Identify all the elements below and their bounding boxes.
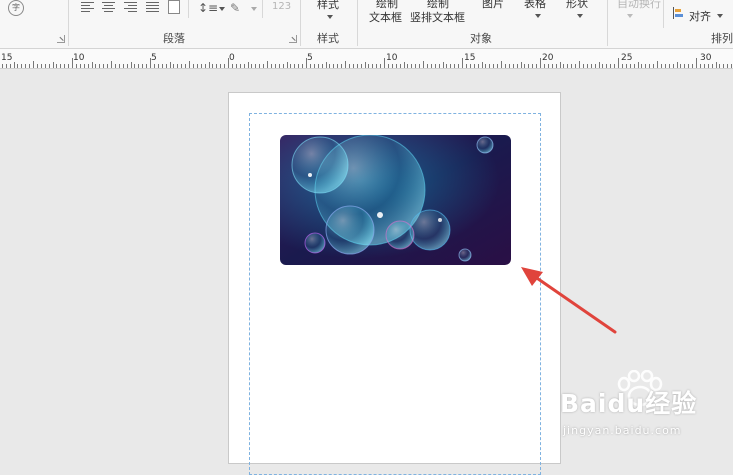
chevron-down-icon[interactable]	[535, 14, 541, 18]
paragraph-group-launcher[interactable]	[289, 35, 297, 43]
align-left-icon[interactable]	[81, 2, 94, 13]
styles-button[interactable]: 样式	[317, 0, 339, 12]
separator	[300, 0, 301, 46]
chevron-down-icon[interactable]	[251, 7, 257, 11]
paragraph-group-label: 段落	[163, 32, 185, 45]
ruler-label: 5	[307, 53, 313, 63]
separator	[607, 0, 608, 46]
watermark-url: jingyan.baidu.com	[563, 424, 682, 437]
chevron-down-icon[interactable]	[627, 14, 633, 18]
ruler-label: 10	[386, 53, 398, 63]
document-page[interactable]	[228, 92, 561, 475]
watermark-brand: Baidu经验	[560, 389, 698, 418]
objects-group-label: 对象	[470, 32, 492, 45]
draw-vertical-label-bottom: 竖排文本框	[410, 11, 465, 24]
spacing-value: 123	[272, 1, 292, 12]
separator	[262, 0, 263, 18]
separator	[188, 0, 189, 18]
align-objects-icon[interactable]	[673, 7, 683, 19]
paragraph-shading-icon[interactable]	[168, 0, 180, 14]
separator	[357, 0, 358, 46]
justify-icon[interactable]	[146, 2, 159, 13]
ruler-label: 0	[229, 53, 235, 63]
separator	[663, 0, 664, 28]
fill-icon[interactable]: ✎	[230, 1, 240, 15]
ruler-label: 20	[542, 53, 554, 63]
chevron-down-icon[interactable]	[577, 14, 583, 18]
font-group-launcher[interactable]	[57, 35, 65, 43]
line-spacing-icon[interactable]: ↕≡	[198, 1, 218, 15]
baidu-jingyan-watermark: Baidu经验 jingyan.baidu.com	[560, 370, 730, 446]
chevron-down-icon[interactable]	[219, 7, 225, 11]
chevron-down-icon[interactable]	[327, 15, 333, 19]
styles-group-label: 样式	[317, 32, 339, 45]
ruler-label: 10	[73, 53, 85, 63]
ruler-label: 15	[1, 53, 12, 63]
ruler-label: 30	[700, 53, 712, 63]
picture-button[interactable]: 图片	[482, 0, 504, 11]
bubbles-image	[280, 135, 511, 265]
draw-textbox-label-bottom: 文本框	[369, 11, 402, 24]
arrange-group-label: 排列	[711, 32, 733, 45]
annotation-arrow	[521, 267, 617, 334]
wrap-text-button[interactable]: 自动换行	[617, 0, 661, 11]
chevron-down-icon[interactable]	[717, 14, 723, 18]
horizontal-ruler[interactable]: 15 10 5 0 5 10 15 20 25 30	[0, 49, 733, 69]
ruler-label: 15	[464, 53, 475, 63]
inserted-picture[interactable]	[280, 135, 511, 265]
align-button[interactable]: 对齐	[689, 8, 711, 24]
table-button[interactable]: 表格	[524, 0, 546, 11]
align-center-icon[interactable]	[102, 2, 115, 13]
ribbon: 字 ↕≡ ✎ 123 段落 样式 样式 绘制 文本框 绘制 竖排文本框 图片 表…	[0, 0, 733, 49]
character-border-icon[interactable]: 字	[8, 0, 24, 16]
separator	[68, 0, 69, 46]
align-right-icon[interactable]	[124, 2, 137, 13]
shape-button[interactable]: 形状	[566, 0, 588, 11]
ruler-label: 25	[621, 53, 632, 63]
ruler-ticks: 15 10 5 0 5 10 15 20 25 30	[1, 53, 732, 68]
ruler-label: 5	[151, 53, 157, 63]
